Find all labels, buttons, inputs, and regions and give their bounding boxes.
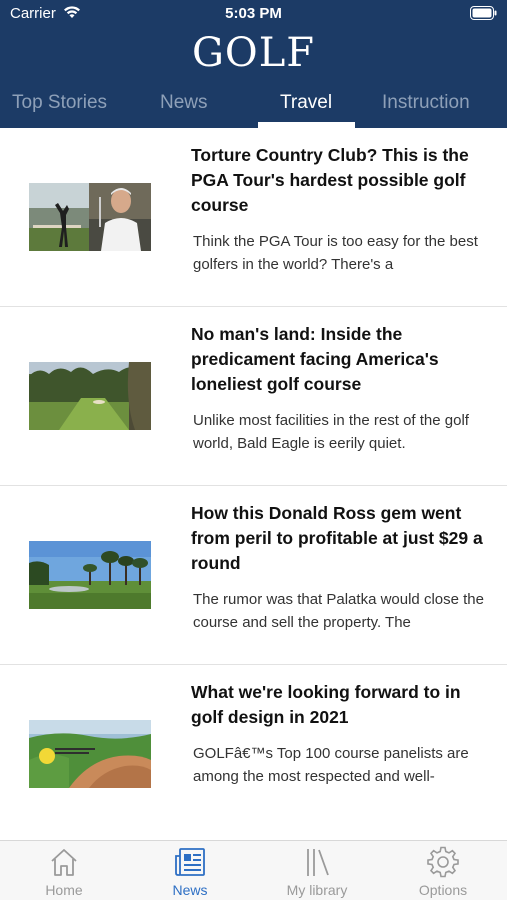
article-thumbnail xyxy=(29,541,151,609)
tabbar-label: My library xyxy=(286,882,348,898)
article-teaser: GOLFâ€™s Top 100 course panelists are am… xyxy=(193,745,469,785)
article-card[interactable]: How this Donald Ross gem went from peril… xyxy=(0,486,507,665)
tab-travel[interactable]: Travel xyxy=(280,92,332,114)
tabbar-home[interactable]: Home xyxy=(14,841,114,900)
newspaper-icon xyxy=(175,848,205,876)
article-thumbnail xyxy=(29,183,151,251)
article-title: What we're looking forward to in golf de… xyxy=(191,682,461,727)
gear-icon xyxy=(427,846,459,878)
tabbar-label: News xyxy=(172,882,208,898)
app-header: Carrier 5:03 PM GOLF Top Stories News Tr… xyxy=(0,0,507,128)
tabbar-label: Options xyxy=(418,882,468,898)
section-tabs: Top Stories News Travel Instruction xyxy=(0,86,507,128)
article-card[interactable]: What we're looking forward to in golf de… xyxy=(0,665,507,844)
article-card[interactable]: Torture Country Club? This is the PGA To… xyxy=(0,128,507,307)
library-icon xyxy=(307,849,329,876)
bottom-tab-bar: Home News My library Options xyxy=(0,840,507,900)
tab-top-stories[interactable]: Top Stories xyxy=(12,92,107,114)
battery-icon xyxy=(470,6,497,20)
article-thumbnail xyxy=(29,720,151,788)
golf-logo: GOLF xyxy=(191,30,316,76)
tabbar-options[interactable]: Options xyxy=(393,841,493,900)
tabbar-my-library[interactable]: My library xyxy=(267,841,367,900)
article-teaser: Think the PGA Tour is too easy for the b… xyxy=(193,233,478,273)
article-card[interactable]: No man's land: Inside the predicament fa… xyxy=(0,307,507,486)
tabbar-label: Home xyxy=(45,882,83,898)
article-title: No man's land: Inside the predicament fa… xyxy=(191,324,439,394)
tab-instruction[interactable]: Instruction xyxy=(382,92,470,114)
tab-news[interactable]: News xyxy=(160,92,208,114)
article-teaser: The rumor was that Palatka would close t… xyxy=(193,591,484,631)
status-time: 5:03 PM xyxy=(225,5,282,22)
status-bar: Carrier 5:03 PM xyxy=(0,0,507,28)
article-thumbnail xyxy=(29,362,151,430)
article-title: How this Donald Ross gem went from peril… xyxy=(191,503,483,573)
article-list: Torture Country Club? This is the PGA To… xyxy=(0,128,507,844)
article-teaser: Unlike most facilities in the rest of th… xyxy=(193,412,469,452)
article-title: Torture Country Club? This is the PGA To… xyxy=(191,145,469,215)
home-icon xyxy=(51,849,77,876)
tabbar-news[interactable]: News xyxy=(140,841,240,900)
